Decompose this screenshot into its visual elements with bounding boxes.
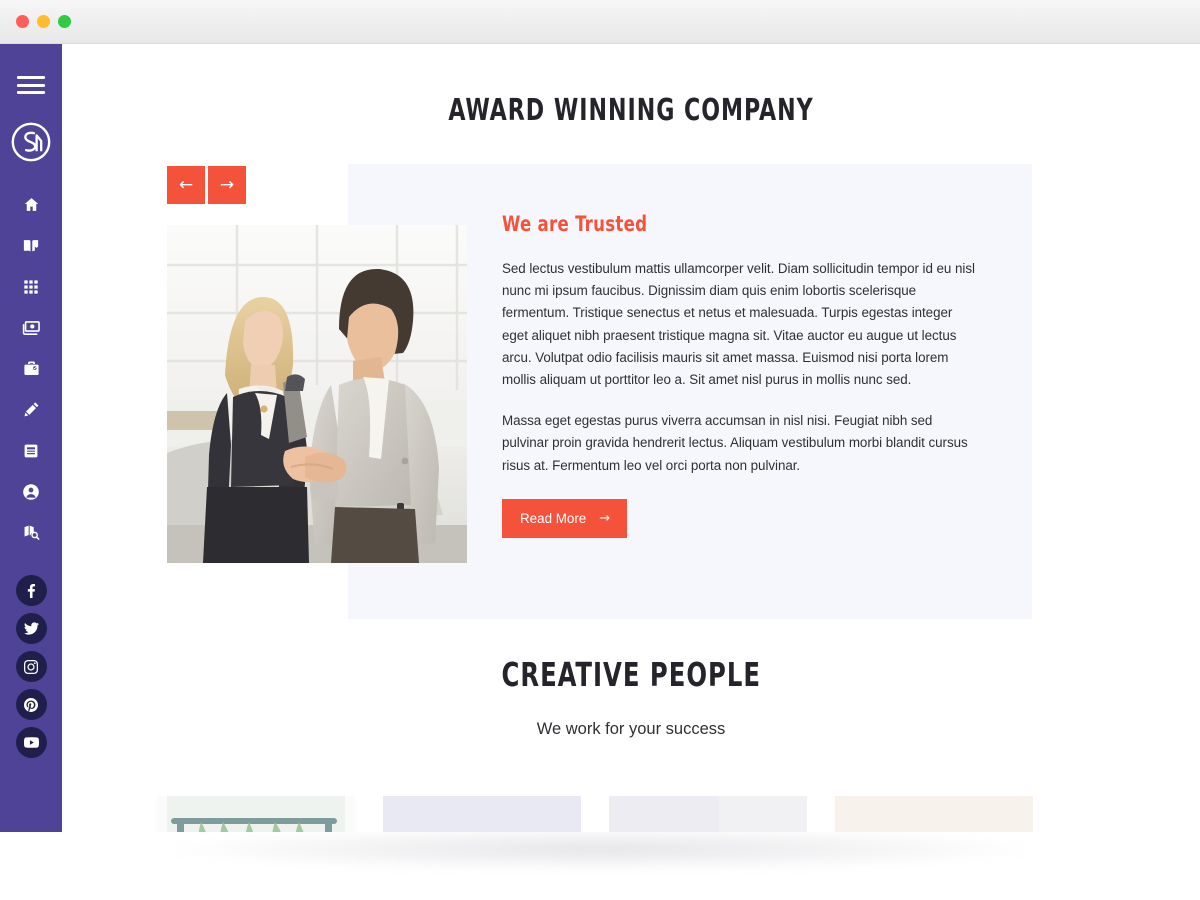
minimize-window-button[interactable] <box>37 15 50 28</box>
hamburger-bar <box>17 83 45 87</box>
pencil-icon <box>23 402 39 417</box>
close-window-button[interactable] <box>16 15 29 28</box>
team-member-card[interactable] <box>157 796 355 832</box>
team-member-card[interactable] <box>383 796 581 832</box>
book-icon <box>23 239 39 252</box>
team-photo-icon <box>157 796 355 832</box>
handshake-photo-icon <box>167 225 467 563</box>
feature-heading: We are Trusted <box>502 212 648 236</box>
slider-next-button[interactable]: → <box>208 166 246 204</box>
sidebar-item-account[interactable] <box>11 471 51 512</box>
browser-window: AWARD WINNING COMPANY ← → We are Trusted… <box>0 0 1200 832</box>
social-link-youtube[interactable] <box>15 727 47 758</box>
instagram-icon <box>24 659 38 674</box>
youtube-icon <box>23 737 39 748</box>
sidebar-item-home[interactable] <box>11 184 51 225</box>
social-link-twitter[interactable] <box>15 613 47 644</box>
page-title: AWARD WINNING COMPANY <box>448 93 814 128</box>
menu-toggle-button[interactable] <box>17 76 45 94</box>
feature-image <box>167 225 467 563</box>
briefcase-icon <box>23 361 39 376</box>
main-content: AWARD WINNING COMPANY ← → We are Trusted… <box>62 44 1200 832</box>
home-icon <box>24 198 38 211</box>
team-photo-icon <box>609 796 807 832</box>
facebook-icon <box>27 583 36 598</box>
read-more-button[interactable]: Read More → <box>502 498 628 538</box>
sidebar-item-docs[interactable] <box>11 430 51 471</box>
traffic-light-buttons <box>16 15 71 28</box>
page-viewport: AWARD WINNING COMPANY ← → We are Trusted… <box>0 44 1200 832</box>
sidebar <box>0 44 62 832</box>
slider-controls: ← → <box>167 166 246 204</box>
map-search-icon <box>24 525 39 540</box>
feature-text-block: We are Trusted Sed lectus vestibulum mat… <box>502 212 978 538</box>
hamburger-bar <box>17 91 45 94</box>
pinterest-icon <box>24 697 38 712</box>
arrow-right-icon: → <box>599 510 611 526</box>
sidebar-item-pricing[interactable] <box>11 307 51 348</box>
sidebar-item-portfolio[interactable] <box>11 266 51 307</box>
team-member-card[interactable] <box>609 796 807 832</box>
hamburger-bar <box>17 76 45 79</box>
maximize-window-button[interactable] <box>58 15 71 28</box>
sidebar-item-blog[interactable] <box>11 389 51 430</box>
sm-monogram-icon <box>11 122 51 162</box>
social-link-facebook[interactable] <box>15 575 47 606</box>
feature-paragraph-1: Sed lectus vestibulum mattis ullamcorper… <box>502 261 975 388</box>
browser-titlebar <box>0 0 1200 44</box>
team-section-title: CREATIVE PEOPLE <box>62 655 1200 694</box>
user-icon <box>23 483 39 500</box>
sidebar-item-pages[interactable] <box>11 225 51 266</box>
social-link-pinterest[interactable] <box>15 689 47 720</box>
sidebar-nav-list <box>11 184 51 553</box>
team-photo-icon <box>835 796 1033 832</box>
sidebar-item-services[interactable] <box>11 348 51 389</box>
team-section-title-text: CREATIVE PEOPLE <box>501 655 761 694</box>
sidebar-item-contact[interactable] <box>11 512 51 553</box>
site-logo[interactable] <box>11 122 51 162</box>
team-section-subtitle: We work for your success <box>536 720 726 738</box>
feature-paragraph-2: Massa eget egestas purus viverra accumsa… <box>502 413 968 473</box>
document-icon <box>24 444 38 457</box>
team-member-card[interactable] <box>835 796 1033 832</box>
window-drop-shadow <box>150 826 1050 872</box>
twitter-icon <box>23 622 39 635</box>
team-photo-icon <box>383 796 581 832</box>
slider-prev-button[interactable]: ← <box>167 166 205 204</box>
money-icon <box>22 321 40 335</box>
team-member-row <box>157 796 1047 832</box>
social-link-instagram[interactable] <box>15 651 47 682</box>
grid-icon <box>24 279 38 294</box>
sidebar-social-list <box>15 575 47 758</box>
read-more-label: Read More <box>520 510 587 526</box>
